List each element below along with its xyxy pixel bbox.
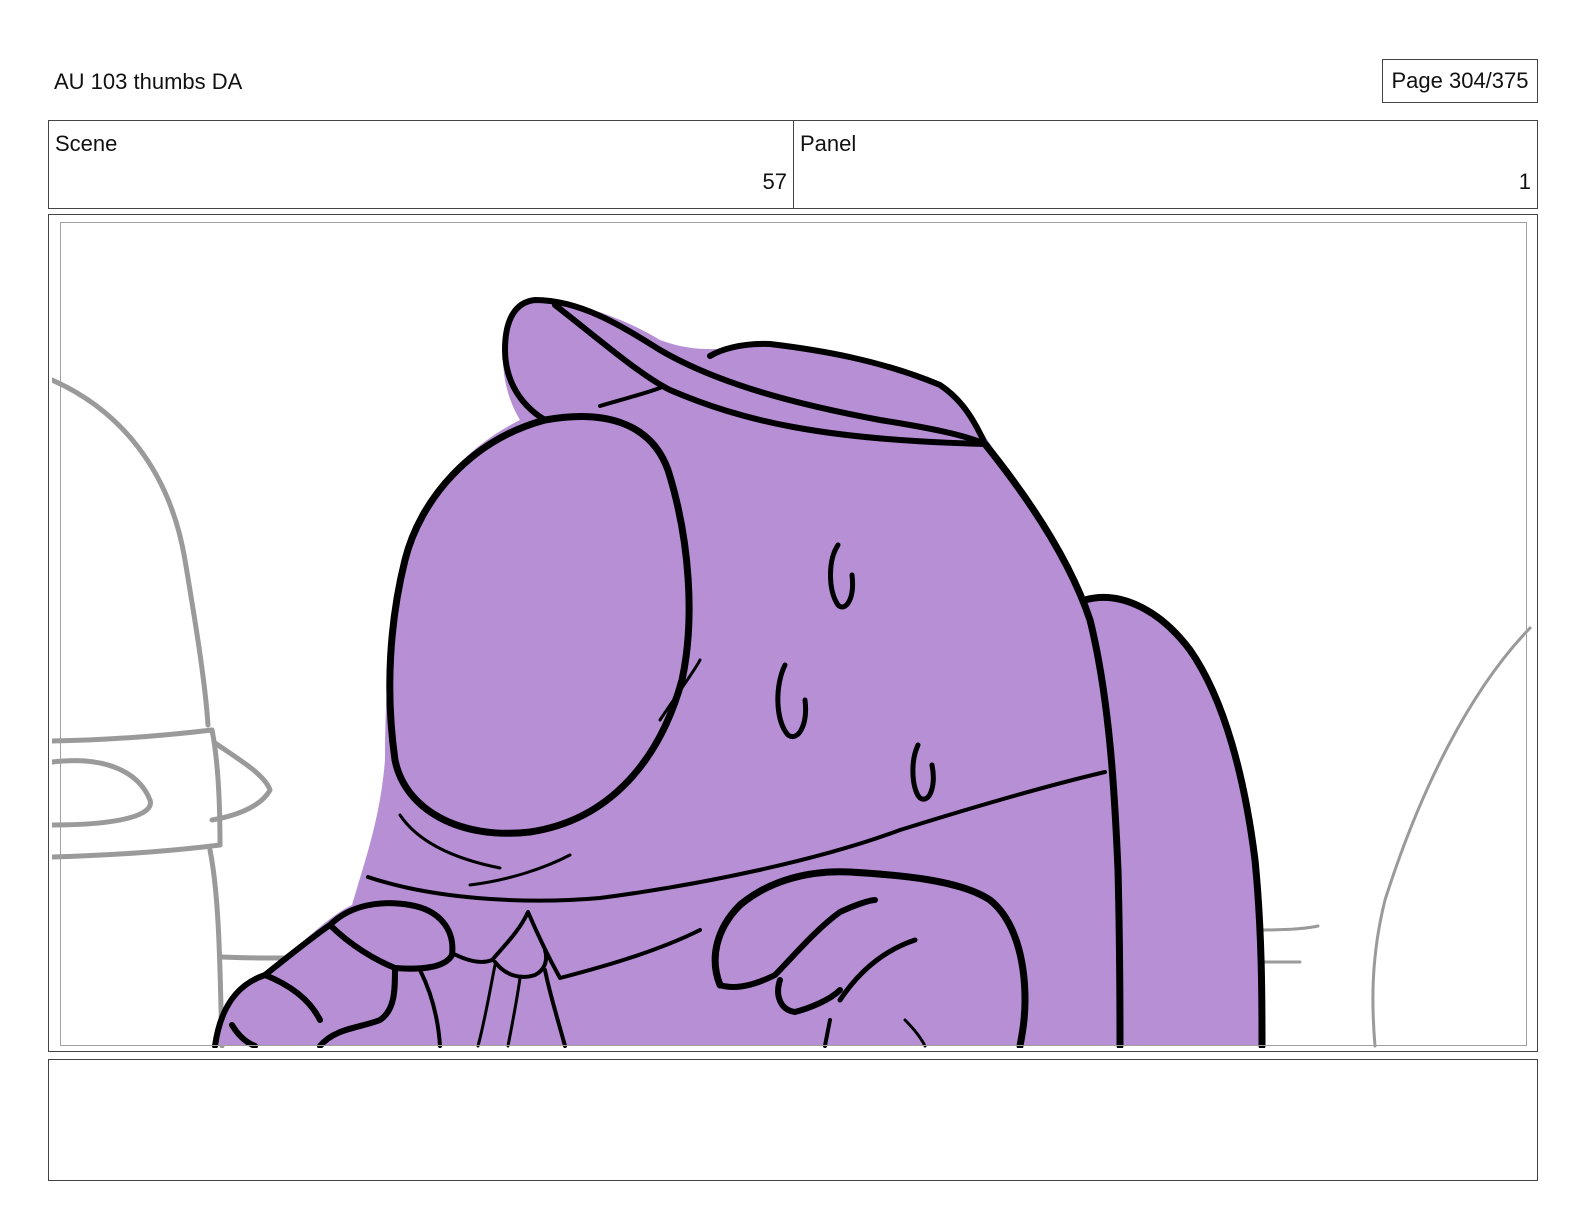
panel-cell: Panel 1 (794, 121, 1537, 208)
storyboard-drawing (52, 219, 1534, 1048)
scene-cell: Scene 57 (49, 121, 794, 208)
scene-panel-info: Scene 57 Panel 1 (48, 120, 1538, 209)
scene-number: 57 (762, 169, 787, 194)
character-figure (212, 297, 1266, 1048)
panel-number: 1 (1518, 169, 1531, 194)
document-title: AU 103 thumbs DA (54, 69, 243, 94)
scene-label: Scene (55, 131, 118, 156)
panel-label: Panel (800, 131, 857, 156)
panel-notes (48, 1059, 1538, 1181)
background-figure-left (52, 377, 288, 1048)
background-figure-right (1260, 626, 1532, 1048)
drawing-canvas (52, 297, 1532, 1048)
page-indicator: Page 304/375 (1382, 59, 1538, 103)
